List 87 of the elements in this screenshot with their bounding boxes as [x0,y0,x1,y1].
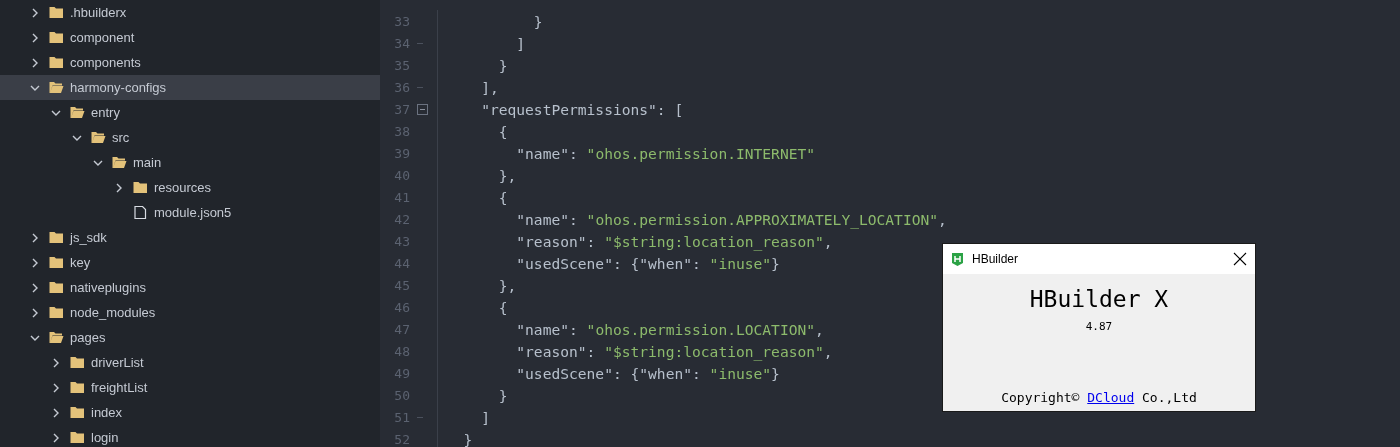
code-line: ] [515,34,526,52]
code-line: ] [480,408,490,426]
line-number: 49 [393,365,410,381]
window-title: HBuilder [972,252,1020,266]
tree-item[interactable]: component [0,25,380,50]
code-line: "name": "ohos.permission.APPROXIMATELY_LOCATION", [515,210,947,228]
fold-end-mark [417,42,423,44]
tree-item[interactable]: module.json5 [0,200,380,225]
folder-icon [70,406,85,419]
code-line: }, [497,166,517,184]
code-line: } [497,386,508,404]
tree-item[interactable]: key [0,250,380,275]
tree-item[interactable]: src [0,125,380,150]
open-folder-icon [112,156,127,169]
code-line: "usedScene": {"when": "inuse"} [515,364,780,382]
code-line: "reason": "$string:location_reason", [515,342,833,360]
folder-icon [49,6,64,19]
tree-item[interactable]: main [0,150,380,175]
line-number: 50 [393,387,410,403]
folder-icon [133,181,148,194]
line-number: 39 [393,145,410,161]
line-number: 40 [393,167,410,183]
line-number: 48 [393,343,410,359]
code-line: }, [497,276,517,294]
copyright-text: Copyright© DCloud Co.,Ltd [1001,390,1197,405]
line-number: 44 [393,255,410,271]
app-logo-icon [951,252,964,266]
code-line: { [497,298,508,316]
line-number: 36 [393,79,410,95]
file-icon [133,206,148,219]
code-line: "usedScene": {"when": "inuse"} [515,254,780,272]
folder-icon [49,281,64,294]
open-folder-icon [91,131,106,144]
tree-item[interactable]: nativeplugins [0,275,380,300]
folder-icon [49,31,64,44]
tree-item[interactable]: harmony-configs [0,75,380,100]
folder-icon [49,231,64,244]
line-number: 46 [393,299,410,315]
line-number: 51 [393,409,410,425]
code-line: "reason": "$string:location_reason", [515,232,833,250]
tree-item[interactable]: pages [0,325,380,350]
tree-item[interactable]: js_sdk [0,225,380,250]
folder-icon [70,381,85,394]
line-number: 42 [393,211,410,227]
line-number: 41 [393,189,410,205]
tree-item[interactable]: freightList [0,375,380,400]
code-line: } [462,430,473,447]
company-link[interactable]: DCloud [1087,390,1135,405]
code-line: "name": "ohos.permission.LOCATION", [515,320,824,338]
line-number: 47 [393,321,410,337]
version-number: 4.87 [1085,320,1113,333]
line-number: 34 [393,35,410,51]
folder-icon [70,431,85,444]
line-number: 33 [393,13,410,29]
folder-icon [49,306,64,319]
line-number: 45 [393,277,410,293]
code-line: ], [480,78,499,96]
collapse-icon[interactable] [417,103,428,115]
code-line: "requestPermissions": [ [480,100,684,118]
code-line: { [497,122,508,140]
line-number: 43 [393,233,410,249]
line-number: 37 [393,101,410,117]
folder-icon [49,56,64,69]
tree-item[interactable]: entry [0,100,380,125]
open-folder-icon [49,81,64,94]
tree-item[interactable]: index [0,400,380,425]
folder-icon [49,256,64,269]
tree-item[interactable]: driverList [0,350,380,375]
tree-item[interactable]: resources [0,175,380,200]
folder-icon [70,356,85,369]
open-folder-icon [49,331,64,344]
tree-item[interactable]: components [0,50,380,75]
line-number: 52 [393,431,410,447]
code-line: } [497,56,508,74]
fold-end-mark [417,416,423,418]
tree-item[interactable]: node_modules [0,300,380,325]
code-line: { [497,188,508,206]
tree-item[interactable]: login [0,425,380,447]
open-folder-icon [70,106,85,119]
line-number: 38 [393,123,410,139]
close-icon[interactable] [1233,252,1247,266]
tree-item[interactable]: .hbuilderx [0,0,380,25]
product-name: HBuilder X [1029,286,1169,312]
code-line: "name": "ohos.permission.INTERNET" [515,144,816,162]
code-line: } [532,12,543,30]
line-number: 35 [393,57,410,73]
fold-end-mark [417,86,423,88]
